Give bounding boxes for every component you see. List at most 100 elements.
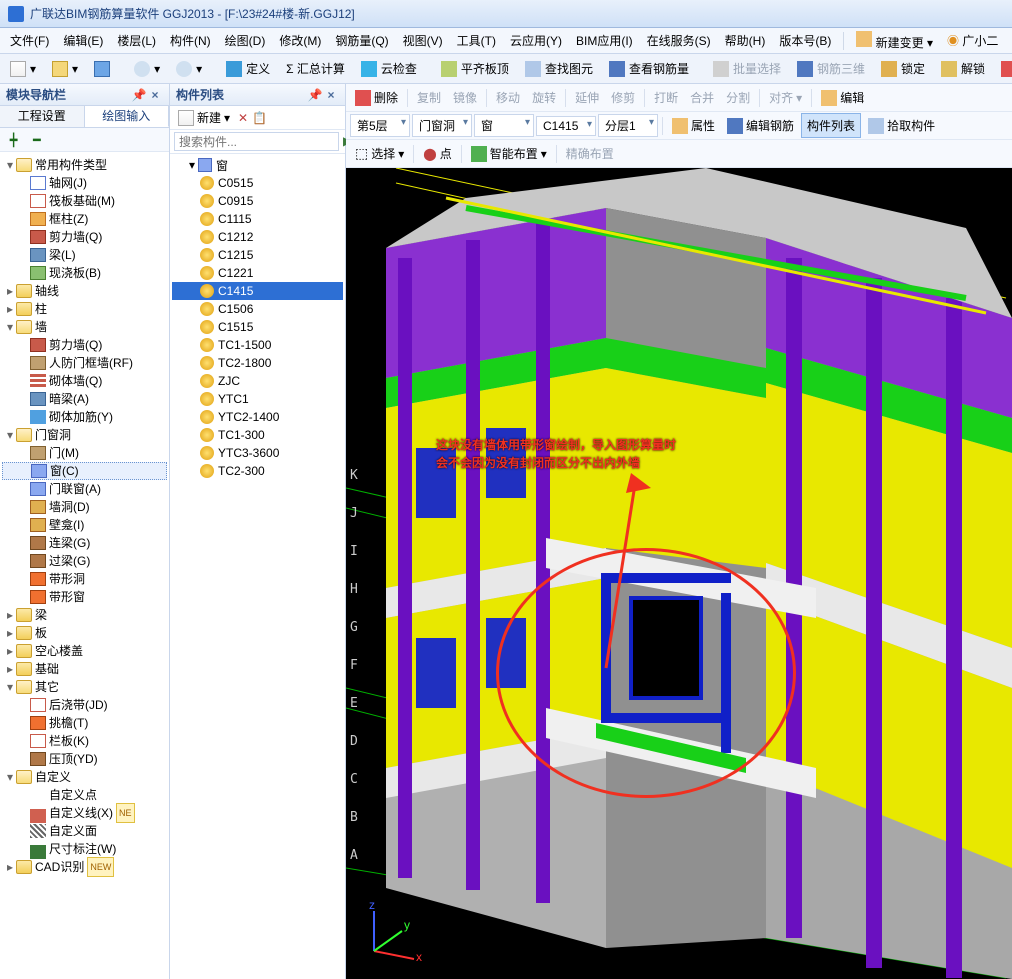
- tree-后浇带(JD)[interactable]: 后浇带(JD): [2, 696, 167, 714]
- precise-place-button[interactable]: 精确布置: [561, 142, 619, 165]
- menu-绘图(D)[interactable]: 绘图(D): [219, 29, 272, 52]
- split-button[interactable]: 分割: [721, 86, 755, 109]
- tree-门联窗(A)[interactable]: 门联窗(A): [2, 480, 167, 498]
- select-mode-button[interactable]: ⬚ 选择 ▾: [350, 142, 409, 165]
- menu-构件(N)[interactable]: 构件(N): [164, 29, 217, 52]
- tree-壁龛(I)[interactable]: 壁龛(I): [2, 516, 167, 534]
- clist-item-C1221[interactable]: C1221: [172, 264, 343, 282]
- edit-button[interactable]: 编辑: [816, 86, 869, 109]
- clist-root[interactable]: ▾窗: [172, 156, 343, 174]
- sum-button[interactable]: Σ 汇总计算: [280, 56, 351, 81]
- tree-现浇板(B)[interactable]: 现浇板(B): [2, 264, 167, 282]
- undo-button[interactable]: ▾: [128, 57, 166, 81]
- clist-item-TC1-1500[interactable]: TC1-1500: [172, 336, 343, 354]
- unlock-button[interactable]: 解锁: [935, 56, 991, 81]
- clist-item-YTC2-1400[interactable]: YTC2-1400: [172, 408, 343, 426]
- clist-item-C0515[interactable]: C0515: [172, 174, 343, 192]
- clist-item-C1515[interactable]: C1515: [172, 318, 343, 336]
- define-button[interactable]: 定义: [220, 56, 276, 81]
- component-tree[interactable]: ▾窗C0515C0915C1115C1212C1215C1221C1415 C15…: [170, 154, 345, 979]
- search-input[interactable]: [174, 132, 339, 151]
- find-button[interactable]: 查找图元: [519, 56, 599, 81]
- tree-自定义[interactable]: ▾自定义: [2, 768, 167, 786]
- trim-button[interactable]: 修剪: [606, 86, 640, 109]
- nav-close-icon[interactable]: ×: [147, 88, 163, 102]
- merge-button[interactable]: 合并: [685, 86, 719, 109]
- nav-tree[interactable]: ▾常用构件类型轴网(J)筏板基础(M)框柱(Z)剪力墙(Q)梁(L)现浇板(B)…: [0, 152, 169, 979]
- tree-栏板(K)[interactable]: 栏板(K): [2, 732, 167, 750]
- clist-item-C1215[interactable]: C1215: [172, 246, 343, 264]
- clist-item-TC1-300[interactable]: TC1-300: [172, 426, 343, 444]
- component-list-button[interactable]: 构件列表: [801, 113, 861, 138]
- tree-带形窗[interactable]: 带形窗: [2, 588, 167, 606]
- tree-常用构件类型[interactable]: ▾常用构件类型: [2, 156, 167, 174]
- copy-button[interactable]: 复制: [412, 86, 446, 109]
- menu-BIM应用(I)[interactable]: BIM应用(I): [570, 29, 639, 52]
- open-button[interactable]: ▾: [46, 57, 84, 81]
- nav-pin-icon[interactable]: 📌: [131, 88, 147, 102]
- tree-剪力墙(Q)[interactable]: 剪力墙(Q): [2, 228, 167, 246]
- menu-钢筋量(Q)[interactable]: 钢筋量(Q): [329, 29, 394, 52]
- tree-连梁(G)[interactable]: 连梁(G): [2, 534, 167, 552]
- menu-云应用(Y)[interactable]: 云应用(Y): [504, 29, 568, 52]
- delete-button[interactable]: 删除: [350, 86, 403, 109]
- tab-draw-input[interactable]: 绘图输入: [85, 106, 170, 127]
- tree-砌体加筋(Y)[interactable]: 砌体加筋(Y): [2, 408, 167, 426]
- tree-自定义面[interactable]: 自定义面: [2, 822, 167, 840]
- component-dropdown[interactable]: C1415: [536, 116, 596, 136]
- menu-编辑(E)[interactable]: 编辑(E): [57, 29, 109, 52]
- floor-dropdown[interactable]: 第5层: [350, 114, 410, 137]
- edit-rebar-button[interactable]: 编辑钢筋: [722, 114, 799, 137]
- tree-筏板基础(M)[interactable]: 筏板基础(M): [2, 192, 167, 210]
- tree-门(M)[interactable]: 门(M): [2, 444, 167, 462]
- new-component-button[interactable]: 新建 ▾: [174, 107, 234, 128]
- property-button[interactable]: 属性: [667, 114, 720, 137]
- 3d-viewport[interactable]: KJIHGFEDCBA 这块没有墙体用带形窗绘制，导入图形算量时会不会因为没有封…: [346, 168, 1012, 979]
- tree-过梁(G)[interactable]: 过梁(G): [2, 552, 167, 570]
- expand-all-icon[interactable]: ┿: [4, 129, 23, 151]
- move-button[interactable]: 移动: [491, 86, 525, 109]
- tree-尺寸标注(W)[interactable]: 尺寸标注(W): [2, 840, 167, 858]
- tree-框柱(Z)[interactable]: 框柱(Z): [2, 210, 167, 228]
- mirror-button[interactable]: 镜像: [448, 86, 482, 109]
- clist-item-C1212[interactable]: C1212: [172, 228, 343, 246]
- tree-轴网(J)[interactable]: 轴网(J): [2, 174, 167, 192]
- menu-帮助(H)[interactable]: 帮助(H): [719, 29, 772, 52]
- smart-place-button[interactable]: 智能布置 ▾: [466, 142, 552, 165]
- clist-item-TC2-300[interactable]: TC2-300: [172, 462, 343, 480]
- tree-柱[interactable]: ▸柱: [2, 300, 167, 318]
- batch-select-button[interactable]: 批量选择: [707, 56, 787, 81]
- tree-墙[interactable]: ▾墙: [2, 318, 167, 336]
- tree-基础[interactable]: ▸基础: [2, 660, 167, 678]
- tree-自定义点[interactable]: 自定义点: [2, 786, 167, 804]
- tree-人防门框墙(RF)[interactable]: 人防门框墙(RF): [2, 354, 167, 372]
- clist-item-ZJC[interactable]: ZJC: [172, 372, 343, 390]
- layer-dropdown[interactable]: 分层1: [598, 114, 658, 137]
- clist-item-C1115[interactable]: C1115: [172, 210, 343, 228]
- tree-梁[interactable]: ▸梁: [2, 606, 167, 624]
- clist-close-icon[interactable]: ×: [323, 88, 339, 102]
- rotate-button[interactable]: 旋转: [527, 86, 561, 109]
- tree-空心楼盖[interactable]: ▸空心楼盖: [2, 642, 167, 660]
- tree-CAD识别[interactable]: ▸CAD识别NEW: [2, 858, 167, 876]
- tree-窗(C)[interactable]: 窗(C): [2, 462, 167, 480]
- tree-剪力墙(Q)[interactable]: 剪力墙(Q): [2, 336, 167, 354]
- batch-delete-button[interactable]: 批量删除未使用构件: [995, 56, 1012, 81]
- cloud-check-button[interactable]: 云检查: [355, 56, 423, 81]
- menu-楼层(L)[interactable]: 楼层(L): [111, 29, 162, 52]
- tree-其它[interactable]: ▾其它: [2, 678, 167, 696]
- menu-工具(T)[interactable]: 工具(T): [451, 29, 502, 52]
- pick-component-button[interactable]: 拾取构件: [863, 114, 940, 137]
- new-button[interactable]: ▾: [4, 57, 42, 81]
- redo-button[interactable]: ▾: [170, 57, 208, 81]
- rebar-3d-button[interactable]: 钢筋三维: [791, 56, 871, 81]
- clist-item-YTC1[interactable]: YTC1: [172, 390, 343, 408]
- subcategory-dropdown[interactable]: 窗: [474, 114, 534, 137]
- copy-component-icon[interactable]: 📋: [252, 111, 267, 125]
- align-button[interactable]: 对齐 ▾: [764, 86, 807, 109]
- collapse-all-icon[interactable]: ━: [27, 129, 46, 151]
- delete-component-icon[interactable]: ✕: [238, 111, 248, 125]
- tree-压顶(YD)[interactable]: 压顶(YD): [2, 750, 167, 768]
- clist-item-C0915[interactable]: C0915: [172, 192, 343, 210]
- clist-item-C1415[interactable]: C1415: [172, 282, 343, 300]
